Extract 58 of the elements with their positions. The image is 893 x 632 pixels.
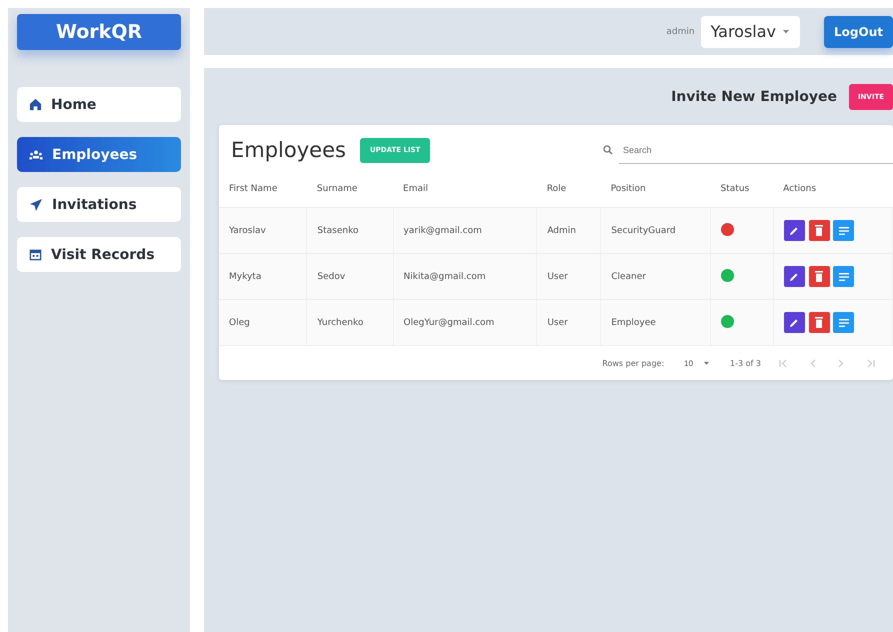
table-cell: SecurityGuard [600,208,711,254]
trash-icon [815,271,824,282]
search-field[interactable]: Search [619,136,893,164]
first-page-icon [779,358,788,368]
pencil-icon [789,318,800,328]
edit-button[interactable] [784,266,805,287]
details-button[interactable] [833,312,854,333]
user-dropdown[interactable]: Yaroslav [700,16,800,48]
invite-label: Invite New Employee [671,89,837,105]
calendar-icon [29,248,42,261]
caret-icon [703,360,710,366]
pencil-icon [789,226,800,236]
lines-icon [838,272,849,280]
table-cell: Sedov [306,254,394,300]
nav-item[interactable]: Visit Records [17,237,181,272]
chevron-right-icon [838,358,844,368]
delete-button[interactable] [808,266,830,287]
nav-item[interactable]: Home [17,87,181,122]
lines-icon [838,226,849,234]
rows-per-page-select[interactable]: 10 [678,358,716,368]
chevron-left-icon [810,358,816,368]
last-page-icon [866,358,875,368]
table-cell: Stasenko [306,208,394,254]
rows-per-page-label: Rows per page: [602,358,664,368]
delete-button[interactable] [808,312,830,333]
app-logo: WorkQR [17,14,181,50]
table-cell: Mykyta [219,254,307,300]
trash-icon [815,225,824,236]
edit-button[interactable] [784,312,805,333]
table-cell: User [536,300,601,346]
table-cell: OlegYur@gmail.com [393,300,537,346]
paper-plane-icon [29,198,43,212]
logout-button[interactable]: LogOut [824,16,893,48]
details-button[interactable] [833,220,854,241]
table-cell: User [536,254,601,300]
nav-item[interactable]: Invitations [17,187,181,222]
people-icon [29,148,43,160]
table-cell: Yurchenko [306,300,394,346]
table-cell: Yaroslav [219,208,307,254]
delete-button[interactable] [808,220,830,241]
search-icon [603,145,613,155]
table-cell: Cleaner [600,254,711,300]
user-role: admin [666,26,695,36]
table-cell: Nikita@gmail.com [393,254,537,300]
table-cell: Employee [600,300,711,346]
edit-button[interactable] [784,220,805,241]
card-title: Employees [231,138,346,162]
table-cell: Admin [536,208,601,254]
details-button[interactable] [833,266,854,287]
caret-icon [782,28,790,34]
lines-icon [838,318,849,326]
nav-item[interactable]: Employees [17,137,181,172]
pencil-icon [789,272,800,282]
trash-icon [815,317,824,328]
table-cell: yarik@gmail.com [393,208,537,254]
page-range: 1-3 of 3 [730,358,761,368]
home-icon [29,98,42,111]
table-cell: Oleg [219,300,307,346]
